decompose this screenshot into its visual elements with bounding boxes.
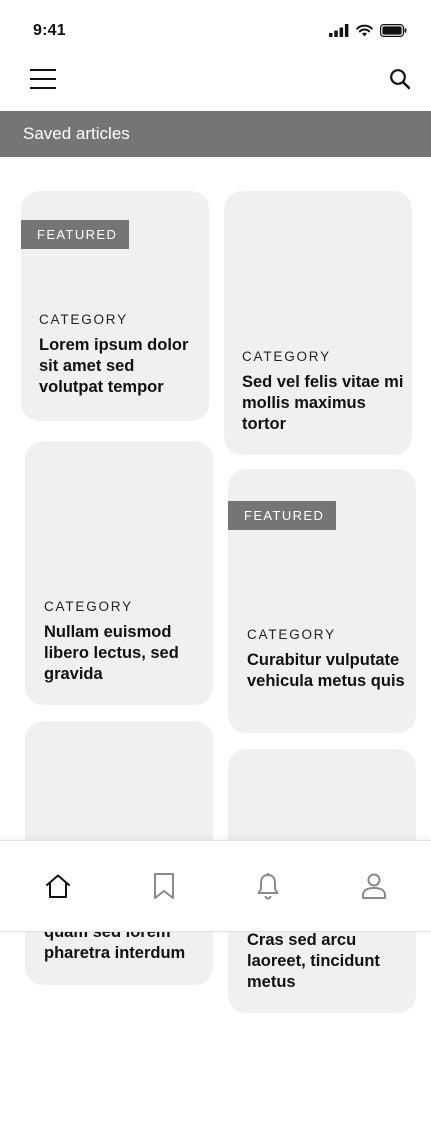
tab-home[interactable] — [28, 841, 88, 931]
card-title: Curabitur vulputate vehicula metus quis — [247, 651, 405, 690]
card-category: CATEGORY — [39, 312, 128, 327]
search-icon[interactable] — [389, 68, 411, 90]
tab-notifications[interactable] — [238, 841, 298, 931]
tab-profile[interactable] — [344, 841, 404, 931]
bottom-tab-bar — [0, 840, 431, 932]
home-icon — [46, 874, 70, 898]
battery-icon — [380, 24, 407, 37]
status-bar: 9:41 — [0, 0, 431, 60]
card-category: CATEGORY — [44, 599, 133, 614]
top-app-bar — [0, 60, 431, 111]
user-icon — [362, 873, 386, 899]
card-title: Sed vel felis vitae mi mollis maximus to… — [242, 373, 404, 433]
bookmark-icon — [154, 873, 174, 899]
wifi-icon — [356, 24, 373, 37]
card-category: CATEGORY — [247, 627, 336, 642]
tab-saved[interactable] — [134, 841, 194, 931]
card-title: Cras sed arcu laoreet, tincidunt metus — [247, 931, 380, 991]
hamburger-icon[interactable] — [30, 68, 56, 90]
card-title: Nullam euismod libero lectus, sed gravid… — [44, 623, 179, 683]
signal-icon — [329, 24, 349, 37]
bell-icon — [257, 873, 279, 900]
article-card[interactable]: CATEGORY Sed vel felis vitae mi mollis m… — [224, 191, 412, 455]
article-card[interactable]: FEATURED CATEGORY Lorem ipsum dolor sit … — [21, 191, 209, 421]
section-header: Saved articles — [0, 111, 431, 157]
card-title: Lorem ipsum dolor sit amet sed volutpat … — [39, 336, 189, 396]
status-time: 9:41 — [33, 22, 66, 39]
status-icons — [329, 24, 407, 37]
featured-badge: FEATURED — [21, 220, 129, 249]
card-category: CATEGORY — [242, 349, 331, 364]
section-title: Saved articles — [23, 124, 130, 143]
featured-badge: FEATURED — [228, 501, 336, 530]
article-card[interactable]: FEATURED CATEGORY Curabitur vulputate ve… — [228, 469, 416, 733]
article-card[interactable]: CATEGORY Nullam euismod libero lectus, s… — [25, 441, 213, 705]
